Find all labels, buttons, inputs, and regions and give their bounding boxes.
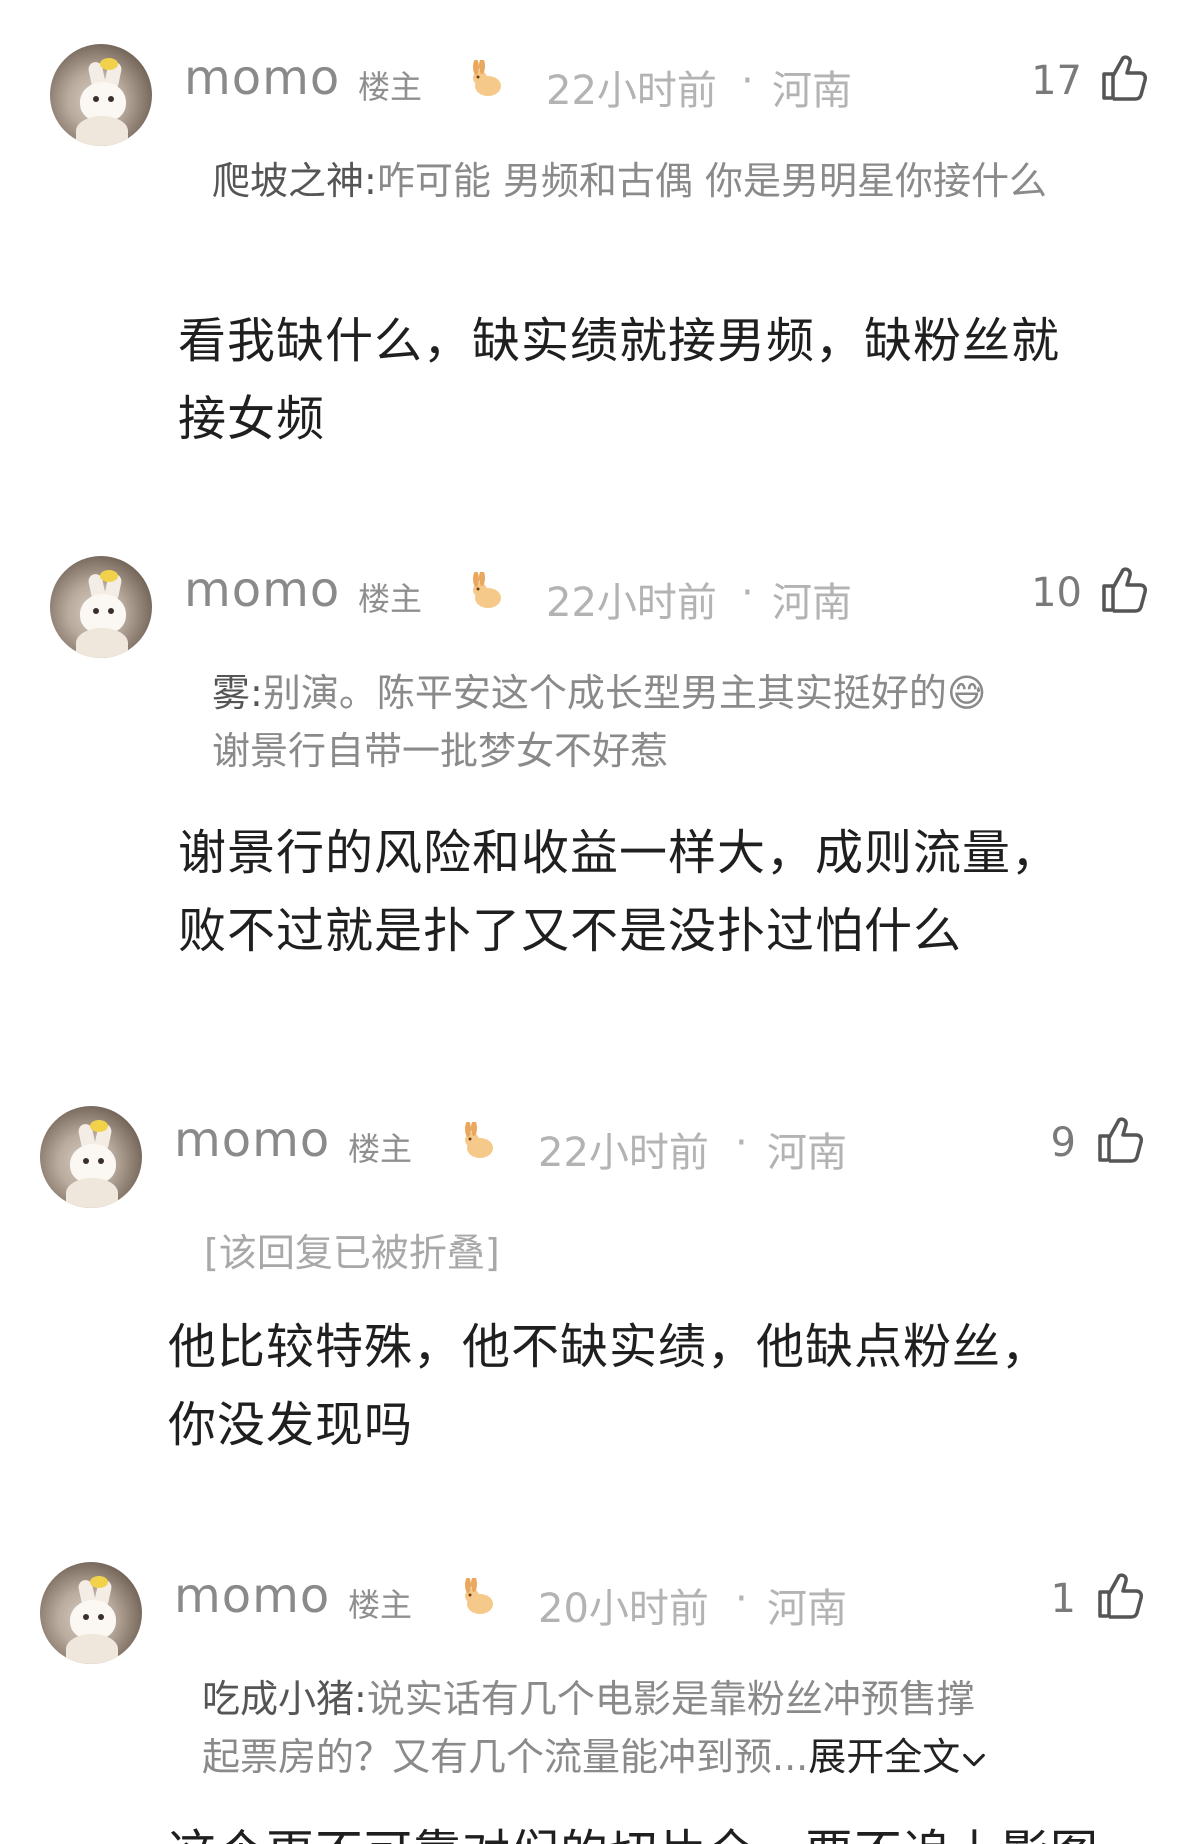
username[interactable]: momo (174, 1112, 330, 1168)
timestamp: 20小时前 (538, 1586, 709, 1632)
op-badge: 楼主 (348, 1586, 413, 1624)
location: 河南 (772, 580, 852, 626)
chevron-down-icon[interactable] (960, 1746, 988, 1774)
quote-author[interactable]: 雾: (212, 671, 263, 715)
meta-separator: · (741, 58, 754, 104)
reply-text: 谢景行的风险和收益一样大，成则流量， 败不过就是扑了又不是没扑过怕什么 (178, 825, 1061, 959)
meta-separator: · (735, 1120, 748, 1166)
reply-text: 他比较特殊，他不缺实绩，他缺点粉丝， 你没发现吗 (168, 1319, 1051, 1453)
avatar[interactable] (50, 44, 152, 146)
expand-full-text-link[interactable]: 展开全文 (808, 1735, 960, 1779)
quote-author[interactable]: 爬坡之神: (212, 159, 377, 203)
thumbs-up-icon[interactable] (1098, 564, 1150, 616)
meta-separator: · (735, 1576, 748, 1622)
location: 河南 (772, 68, 852, 114)
thumbs-up-icon[interactable] (1094, 1114, 1146, 1166)
timestamp: 22小时前 (538, 1130, 709, 1176)
username[interactable]: momo (184, 50, 340, 106)
location: 河南 (767, 1586, 847, 1632)
username[interactable]: momo (184, 562, 340, 618)
like-count: 10 (1031, 570, 1082, 616)
quoted-reply[interactable]: 雾:别演。陈平安这个成长型男主其实挺好的😅 谢景行自带一批梦女不好惹 (212, 664, 1152, 780)
timestamp: 22小时前 (546, 68, 717, 114)
like-count: 17 (1031, 58, 1082, 104)
folded-reply-notice[interactable]: [该回复已被折叠] (204, 1222, 500, 1277)
reply-text: 看我缺什么，缺实绩就接男频，缺粉丝就 接女频 (178, 313, 1061, 447)
quote-author[interactable]: 吃成小猪: (202, 1677, 367, 1721)
avatar[interactable] (40, 1106, 142, 1208)
rabbit-icon (465, 1578, 493, 1614)
reply-text-partial: 这个更不可靠对们的切片全一要不追上影图 (168, 1820, 1178, 1844)
avatar[interactable] (50, 556, 152, 658)
meta-separator: · (741, 570, 754, 616)
location: 河南 (767, 1130, 847, 1176)
comment-feed: momo 楼主 22小时前 · 河南 17 爬坡之神:咋可能 男频和古偶 你是男… (0, 0, 1202, 1844)
quoted-reply[interactable]: 吃成小猪:说实话有几个电影是靠粉丝冲预售撑 起票房的？又有几个流量能冲到预...… (202, 1670, 1142, 1786)
op-badge: 楼主 (348, 1130, 413, 1168)
rabbit-icon (465, 1122, 493, 1158)
like-count: 9 (1050, 1120, 1076, 1166)
username[interactable]: momo (174, 1568, 330, 1624)
thumbs-up-icon[interactable] (1094, 1570, 1146, 1622)
quote-text: 说实话有几个电影是靠粉丝冲预售撑 (366, 1677, 975, 1721)
thumbs-up-icon[interactable] (1098, 52, 1150, 104)
rabbit-icon (473, 572, 501, 608)
like-count: 1 (1050, 1576, 1076, 1622)
op-badge: 楼主 (358, 68, 423, 106)
avatar[interactable] (40, 1562, 142, 1664)
op-badge: 楼主 (358, 580, 423, 618)
quote-text: 咋可能 男频和古偶 你是男明星你接什么 (376, 159, 1047, 203)
timestamp: 22小时前 (546, 580, 717, 626)
rabbit-icon (473, 60, 501, 96)
quoted-reply[interactable]: 爬坡之神:咋可能 男频和古偶 你是男明星你接什么 (212, 152, 1112, 210)
quote-text: 别演。陈平安这个成长型男主其实挺好的😅 (262, 671, 987, 715)
